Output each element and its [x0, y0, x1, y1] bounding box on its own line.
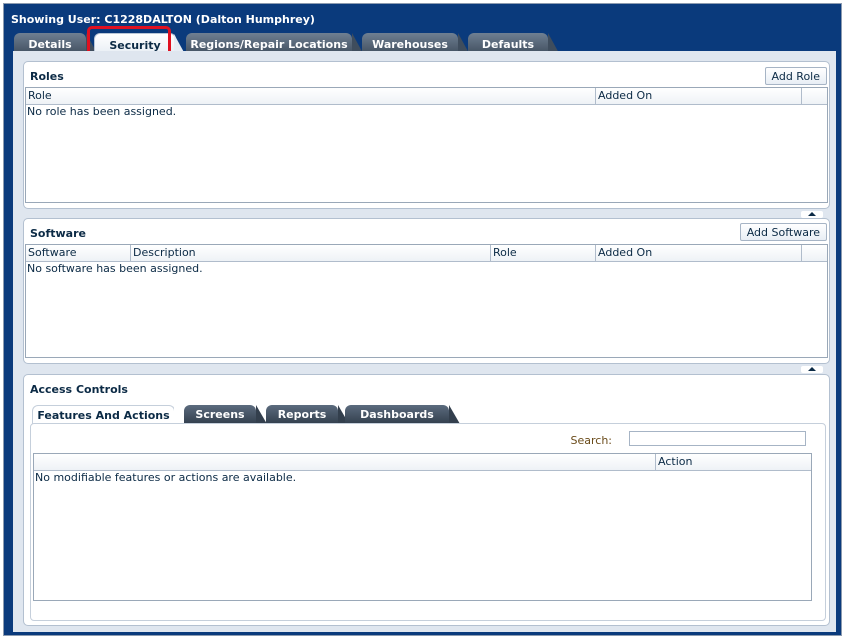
- column-header-role[interactable]: Role: [26, 88, 596, 104]
- column-header-feature[interactable]: [34, 454, 656, 470]
- software-empty-message: No software has been assigned.: [27, 262, 203, 275]
- column-header-description[interactable]: Description: [131, 245, 491, 261]
- features-table-header: Action: [34, 454, 811, 471]
- collapse-roles-icon[interactable]: [801, 211, 823, 218]
- roles-table-header: Role Added On: [26, 88, 827, 105]
- add-software-button[interactable]: Add Software: [739, 223, 827, 241]
- page-title: Showing User: C1228DALTON (Dalton Humphr…: [11, 13, 315, 26]
- features-empty-message: No modifiable features or actions are av…: [35, 471, 297, 484]
- collapse-software-icon[interactable]: [801, 366, 823, 373]
- add-role-button[interactable]: Add Role: [764, 67, 827, 85]
- roles-empty-message: No role has been assigned.: [27, 105, 177, 118]
- tab-reports[interactable]: Reports: [266, 405, 349, 424]
- search-label: Search:: [570, 434, 613, 447]
- column-header-added-on[interactable]: Added On: [596, 245, 802, 261]
- roles-panel: Roles Add Role Role Added On No role has…: [23, 61, 830, 209]
- software-title: Software: [30, 227, 86, 240]
- access-controls-title: Access Controls: [30, 383, 128, 396]
- software-table-header: Software Description Role Added On: [26, 245, 827, 262]
- features-tab-body: Search: Action No modifiable features or…: [30, 423, 826, 621]
- tab-features-and-actions[interactable]: Features And Actions: [32, 405, 185, 424]
- column-header-added-on[interactable]: Added On: [596, 88, 802, 104]
- tab-dashboards[interactable]: Dashboards: [345, 405, 460, 424]
- roles-title: Roles: [30, 70, 64, 83]
- software-table: Software Description Role Added On No so…: [25, 244, 828, 358]
- column-header-action[interactable]: Action: [656, 454, 812, 470]
- search-input[interactable]: [629, 431, 806, 446]
- roles-table: Role Added On No role has been assigned.: [25, 87, 828, 203]
- column-header-role[interactable]: Role: [491, 245, 596, 261]
- tab-screens[interactable]: Screens: [184, 405, 267, 424]
- access-controls-panel: Access Controls Features And Actions Scr…: [23, 374, 830, 626]
- features-table: Action No modifiable features or actions…: [33, 453, 812, 601]
- software-panel: Software Add Software Software Descripti…: [23, 218, 830, 364]
- column-header-software[interactable]: Software: [26, 245, 131, 261]
- security-content: Roles Add Role Role Added On No role has…: [13, 51, 836, 632]
